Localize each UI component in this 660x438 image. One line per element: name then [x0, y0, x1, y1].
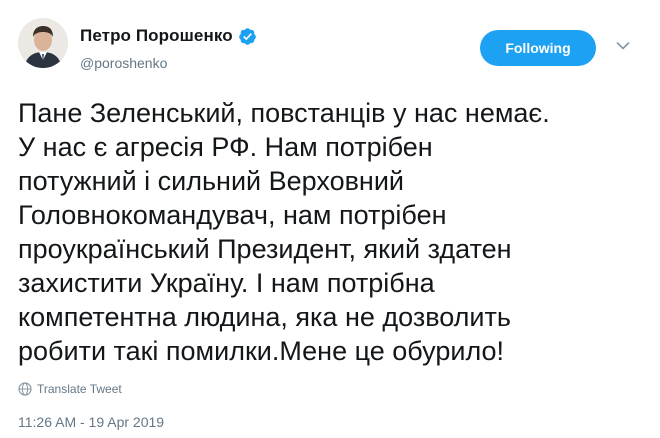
tweet-text-line: потужний і сильний Верховний	[18, 166, 405, 196]
tweet-text-line: У нас є агресія РФ. Нам потрібен	[18, 132, 433, 162]
tweet-timestamp[interactable]: 11:26 AM - 19 Apr 2019	[18, 414, 164, 430]
author-block: Петро Порошенко @poroshenko	[80, 26, 257, 71]
chevron-down-icon[interactable]	[616, 41, 630, 51]
display-name[interactable]: Петро Порошенко	[80, 26, 233, 46]
translate-tweet-label: Translate Tweet	[37, 382, 122, 396]
tweet-text-line: захистити Україну. І нам потрібна	[18, 268, 435, 298]
tweet-text: Пане Зеленський, повстанців у нас немає.…	[18, 96, 648, 368]
verified-badge-icon	[238, 27, 257, 46]
tweet-text-line: робити такі помилки.Мене це обурило!	[18, 336, 505, 366]
tweet-text-line: компетентна людина, яка не дозволить	[18, 302, 511, 332]
name-row: Петро Порошенко	[80, 26, 257, 46]
translate-tweet-link[interactable]: Translate Tweet	[18, 382, 122, 396]
following-button[interactable]: Following	[480, 30, 596, 66]
tweet-card: Петро Порошенко @poroshenko Following Па…	[0, 0, 660, 438]
profile-photo-icon	[18, 18, 68, 68]
tweet-text-line: проукраїнський Президент, який здатен	[18, 234, 512, 264]
avatar[interactable]	[18, 18, 68, 68]
tweet-text-line: Пане Зеленський, повстанців у нас немає.	[18, 98, 550, 128]
handle[interactable]: @poroshenko	[80, 55, 257, 71]
globe-icon	[18, 382, 32, 396]
tweet-text-line: Головнокомандувач, нам потрібен	[18, 200, 447, 230]
